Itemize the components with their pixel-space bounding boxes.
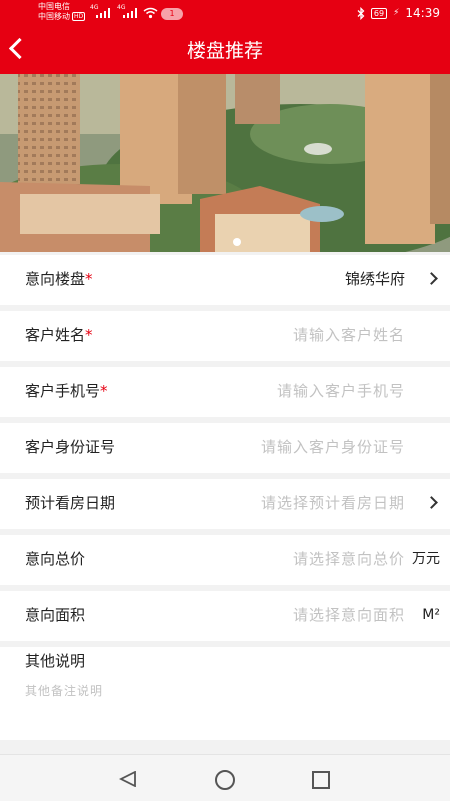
customer-id-label: 客户身份证号 <box>25 438 116 456</box>
area-label: 意向面积 <box>25 606 86 624</box>
area-unit: M² <box>422 607 440 623</box>
signal-2-icon <box>123 8 139 18</box>
property-label: 意向楼盘* <box>25 270 93 288</box>
area-row[interactable]: 意向面积 请选择意向面积 M² <box>0 591 450 641</box>
battery-level: 69 <box>370 7 388 19</box>
customer-name-row[interactable]: 客户姓名* 请输入客户姓名 <box>0 311 450 361</box>
page-title: 楼盘推荐 <box>186 40 263 62</box>
chevron-right-icon <box>425 496 438 509</box>
customer-phone-label: 客户手机号* <box>25 382 108 400</box>
other-notes-label: 其他说明 <box>25 652 86 670</box>
nav-home-icon[interactable] <box>215 770 235 790</box>
customer-name-label: 客户姓名* <box>25 326 93 344</box>
nav-back-icon[interactable] <box>119 771 137 787</box>
customer-name-input[interactable]: 请输入客户姓名 <box>293 325 405 345</box>
visit-date-label: 预计看房日期 <box>25 494 116 512</box>
clock: 14:39 <box>405 6 440 20</box>
total-price-row[interactable]: 意向总价 请选择意向总价 万元 <box>0 535 450 585</box>
other-notes-textarea[interactable]: 其他备注说明 <box>25 683 103 699</box>
signal-1-icon <box>96 8 112 18</box>
visit-date-picker[interactable]: 请选择预计看房日期 <box>261 493 405 513</box>
system-navigation-bar <box>0 754 450 801</box>
nav-recent-apps-icon[interactable] <box>312 771 330 789</box>
notification-badge: 1 <box>161 8 183 20</box>
property-selector-row[interactable]: 意向楼盘* 锦绣华府 <box>0 255 450 305</box>
property-banner-image <box>0 74 450 252</box>
total-price-label: 意向总价 <box>25 550 86 568</box>
carrier-2: 中国移动 <box>38 12 70 21</box>
header-bar: 楼盘推荐 <box>0 28 450 74</box>
total-price-picker[interactable]: 请选择意向总价 <box>293 549 405 569</box>
visit-date-row[interactable]: 预计看房日期 请选择预计看房日期 <box>0 479 450 529</box>
total-price-unit: 万元 <box>412 551 440 567</box>
carrier-info: 中国电信 中国移动 HD <box>38 2 86 22</box>
carrier-1: 中国电信 <box>38 2 70 11</box>
bluetooth-icon <box>357 6 365 20</box>
hd-badge: HD <box>72 12 86 21</box>
carousel-dot[interactable] <box>233 238 241 246</box>
status-bar: 中国电信 中国移动 HD 4G 4G 1 69 ⚡ 14:39 <box>0 0 450 28</box>
customer-id-input[interactable]: 请输入客户身份证号 <box>261 437 405 457</box>
customer-phone-row[interactable]: 客户手机号* 请输入客户手机号 <box>0 367 450 417</box>
wifi-icon <box>143 7 158 19</box>
charging-icon: ⚡ <box>393 8 400 18</box>
area-picker[interactable]: 请选择意向面积 <box>293 605 405 625</box>
customer-id-row[interactable]: 客户身份证号 请输入客户身份证号 <box>0 423 450 473</box>
status-right: 69 ⚡ 14:39 <box>357 6 440 20</box>
property-value: 锦绣华府 <box>344 270 405 288</box>
chevron-right-icon <box>425 272 438 285</box>
customer-phone-input[interactable]: 请输入客户手机号 <box>277 381 405 401</box>
